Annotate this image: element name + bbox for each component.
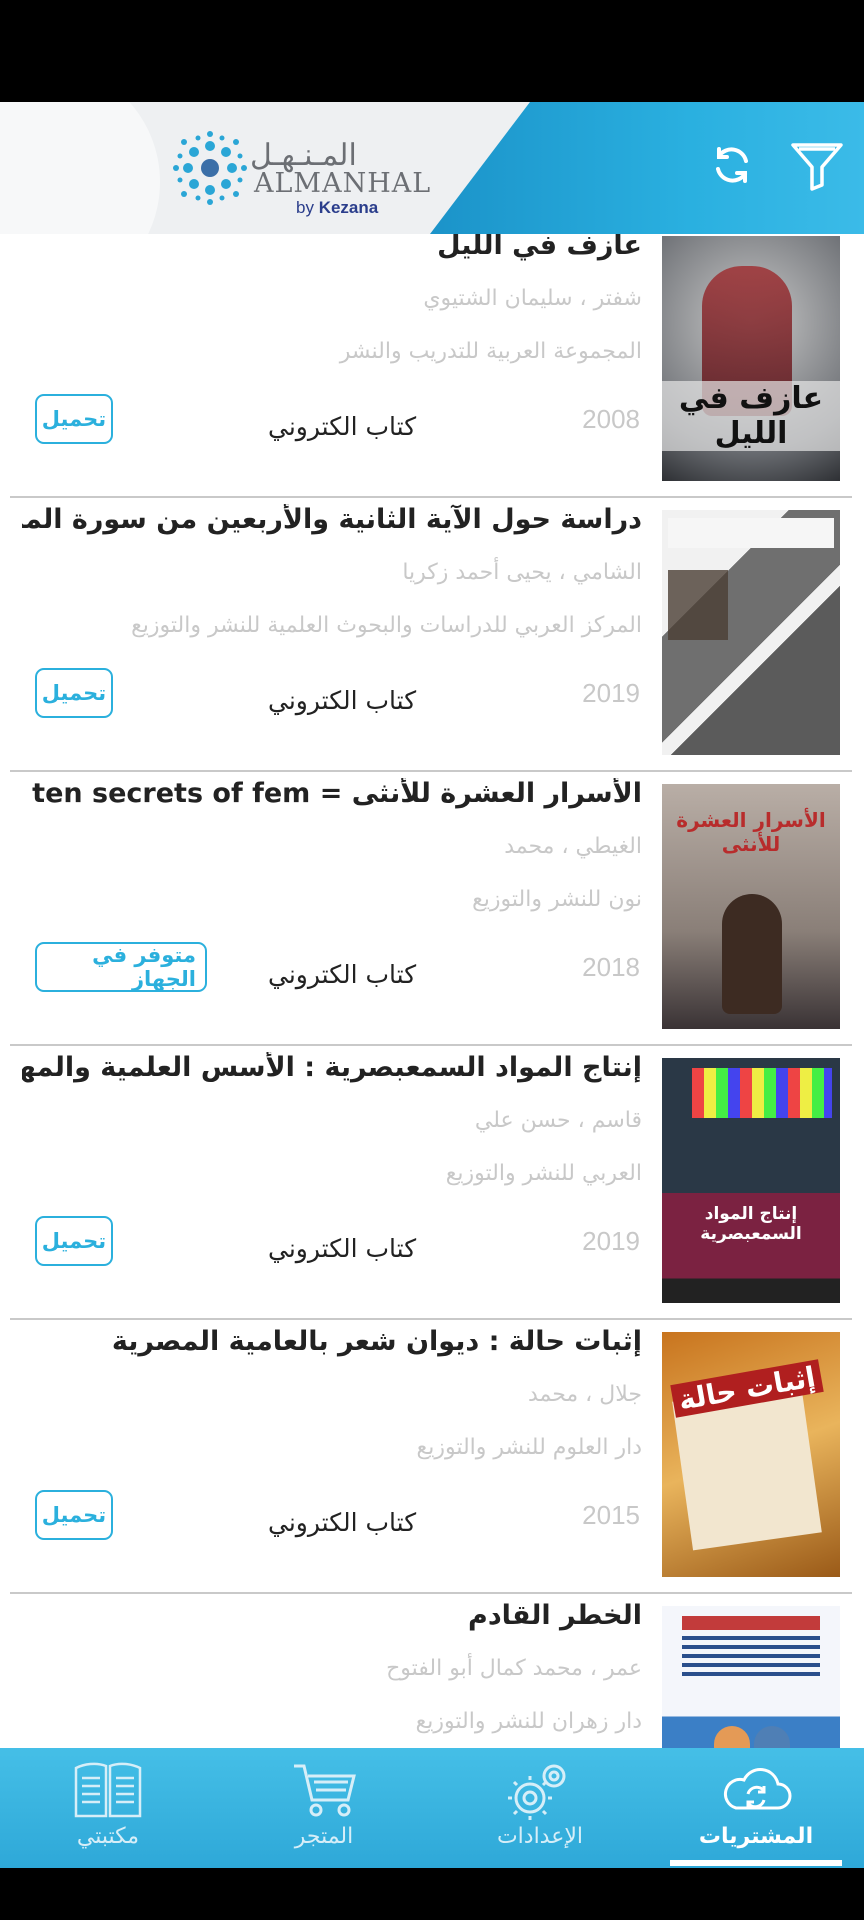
tab-my-library[interactable]: مكتبتي xyxy=(0,1748,216,1868)
book-cover[interactable]: إثبات حالة xyxy=(662,1332,840,1577)
tab-settings[interactable]: الإعدادات xyxy=(432,1748,648,1868)
book-type: كتاب الكتروني xyxy=(268,960,417,989)
book-type: كتاب الكتروني xyxy=(268,1234,417,1263)
tab-label: المتجر xyxy=(294,1824,354,1849)
book-cover[interactable] xyxy=(662,1606,840,1748)
filter-icon xyxy=(791,143,843,191)
book-row[interactable]: إنتاج المواد السمعبصرية إنتاج المواد الس… xyxy=(10,1046,852,1320)
book-row[interactable]: عازف في الليل عازف في الليل شفتر ، سليما… xyxy=(10,234,852,498)
book-title[interactable]: الأسرار العشرة للأنثى = The ten secrets … xyxy=(22,778,642,809)
refresh-button[interactable] xyxy=(697,130,767,200)
tab-label: مكتبتي xyxy=(76,1824,140,1849)
almanhal-logo-mark xyxy=(173,131,247,205)
book-cover[interactable]: عازف في الليل xyxy=(662,236,840,481)
tab-label: الإعدادات xyxy=(496,1824,584,1849)
book-author: قاسم ، حسن علي xyxy=(474,1108,642,1133)
book-publisher: المركز العربي للدراسات والبحوث العلمية ل… xyxy=(131,613,642,638)
book-publisher: دار زهران للنشر والتوزيع xyxy=(415,1709,642,1734)
book-publisher: المجموعة العربية للتدريب والنشر xyxy=(339,339,642,364)
book-type: كتاب الكتروني xyxy=(268,686,417,715)
cart-icon xyxy=(294,1764,356,1817)
tab-label: المشتريات xyxy=(698,1824,814,1849)
system-navigation-bar xyxy=(0,1868,864,1920)
gears-icon xyxy=(508,1764,566,1820)
book-year: 2008 xyxy=(582,404,640,434)
cover-title: عازف في الليل xyxy=(662,381,840,451)
book-title[interactable]: إثبات حالة : ديوان شعر بالعامية المصرية xyxy=(22,1326,642,1357)
book-title[interactable]: الخطر القادم xyxy=(22,1600,642,1631)
book-year: 2019 xyxy=(582,678,640,708)
tab-purchases[interactable]: المشتريات xyxy=(648,1748,864,1868)
book-row[interactable]: دراسة حول الآية الثانية والأربعين من سور… xyxy=(10,498,852,772)
book-year: 2019 xyxy=(582,1226,640,1256)
download-button[interactable]: تحميل xyxy=(35,668,113,718)
book-list[interactable]: عازف في الليل عازف في الليل شفتر ، سليما… xyxy=(0,234,864,1748)
download-button[interactable]: تحميل xyxy=(35,1490,113,1540)
book-author: عمر ، محمد كمال أبو الفتوح xyxy=(386,1656,642,1681)
book-author: الشامي ، يحيى أحمد زكريا xyxy=(402,560,642,585)
available-on-device-button[interactable]: متوفر في الجهاز xyxy=(35,942,207,992)
book-year: 2015 xyxy=(582,1500,640,1530)
download-button[interactable]: تحميل xyxy=(35,1216,113,1266)
status-bar xyxy=(0,0,864,102)
book-icon xyxy=(74,1762,142,1818)
book-author: الغيطي ، محمد xyxy=(504,834,642,859)
book-publisher: نون للنشر والتوزيع xyxy=(472,887,642,912)
book-cover[interactable]: إنتاج المواد السمعبصرية xyxy=(662,1058,840,1303)
logo-brand: Kezana xyxy=(318,198,379,217)
book-author: جلال ، محمد xyxy=(527,1382,642,1407)
book-title[interactable]: دراسة حول الآية الثانية والأربعين من سور… xyxy=(22,504,642,535)
book-type: كتاب الكتروني xyxy=(268,1508,417,1537)
book-row[interactable]: إثبات حالة إثبات حالة : ديوان شعر بالعام… xyxy=(10,1320,852,1594)
cloud-sync-icon xyxy=(723,1768,792,1810)
active-tab-indicator xyxy=(670,1860,842,1866)
book-type: كتاب الكتروني xyxy=(268,412,417,441)
logo-english-text: ALMANHAL xyxy=(254,168,432,199)
tab-store[interactable]: المتجر xyxy=(216,1748,432,1868)
book-cover[interactable] xyxy=(662,510,840,755)
book-title[interactable]: إنتاج المواد السمعبصرية : الأسس العلمية … xyxy=(22,1052,642,1083)
cover-title: الأسرار العشرة للأنثى xyxy=(676,808,826,856)
book-row[interactable]: الخطر القادم عمر ، محمد كمال أبو الفتوح … xyxy=(10,1594,852,1748)
book-row[interactable]: الأسرار العشرة للأنثى الأسرار العشرة للأ… xyxy=(10,772,852,1046)
bottom-tab-bar: مكتبتي المتجر الإعدادات المشتريات xyxy=(0,1748,864,1868)
book-publisher: العربي للنشر والتوزيع xyxy=(445,1161,642,1186)
book-author: شفتر ، سليمان الشتيوي xyxy=(423,286,642,311)
cover-title: إنتاج المواد السمعبصرية xyxy=(700,1204,802,1244)
book-publisher: دار العلوم للنشر والتوزيع xyxy=(416,1435,643,1460)
download-button[interactable]: تحميل xyxy=(35,394,113,444)
refresh-icon xyxy=(716,147,748,183)
book-title[interactable]: عازف في الليل xyxy=(22,234,642,261)
book-year: 2018 xyxy=(582,952,640,982)
logo-byline: by Kezana xyxy=(296,198,379,217)
filter-button[interactable] xyxy=(782,130,852,200)
book-cover[interactable]: الأسرار العشرة للأنثى xyxy=(662,784,840,1029)
